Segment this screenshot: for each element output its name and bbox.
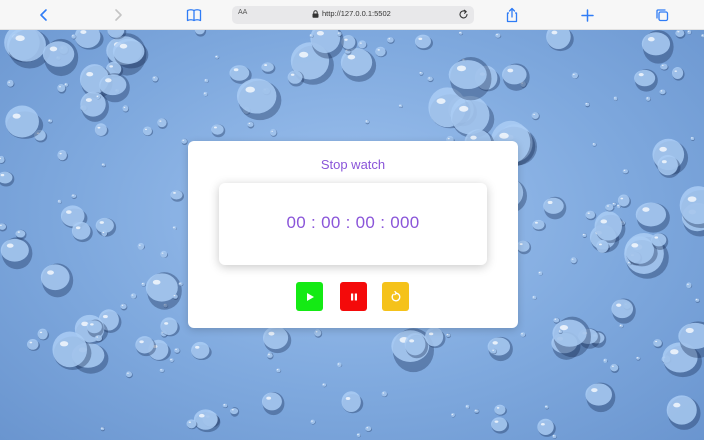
time-display-panel: 00 : 00 : 00 : 000 bbox=[219, 183, 487, 265]
lock-icon bbox=[312, 9, 319, 18]
address-bar[interactable]: AA http://127.0.0.1:5502 bbox=[232, 6, 474, 24]
plus-icon bbox=[580, 8, 594, 22]
bookmarks-button[interactable] bbox=[184, 5, 204, 25]
share-button[interactable] bbox=[502, 5, 522, 25]
chevron-right-icon bbox=[115, 9, 122, 21]
share-icon bbox=[506, 7, 518, 23]
reload-button[interactable] bbox=[456, 7, 470, 21]
stopwatch-card: Stop watch 00 : 00 : 00 : 000 bbox=[188, 141, 518, 328]
tabs-icon bbox=[656, 9, 669, 22]
reset-button[interactable] bbox=[382, 282, 409, 311]
new-tab-button[interactable] bbox=[577, 5, 597, 25]
pause-button[interactable] bbox=[340, 282, 367, 311]
forward-button[interactable] bbox=[108, 5, 128, 25]
reload-icon bbox=[458, 9, 468, 18]
page-viewport: Stop watch 00 : 00 : 00 : 000 bbox=[0, 30, 704, 440]
play-icon bbox=[306, 292, 314, 301]
reset-icon bbox=[391, 290, 400, 301]
browser-toolbar: AA http://127.0.0.1:5502 bbox=[0, 0, 704, 30]
book-icon bbox=[186, 9, 202, 22]
stopwatch-title: Stop watch bbox=[320, 157, 386, 172]
chevron-left-icon bbox=[40, 9, 47, 21]
tabs-overview-button[interactable] bbox=[652, 5, 672, 25]
time-display: 00 : 00 : 00 : 000 bbox=[286, 213, 420, 232]
pause-icon bbox=[350, 293, 357, 300]
back-button[interactable] bbox=[34, 5, 54, 25]
url-text: http://127.0.0.1:5502 bbox=[322, 9, 391, 18]
start-button[interactable] bbox=[296, 282, 323, 311]
reader-aa-button[interactable]: AA bbox=[238, 9, 247, 16]
